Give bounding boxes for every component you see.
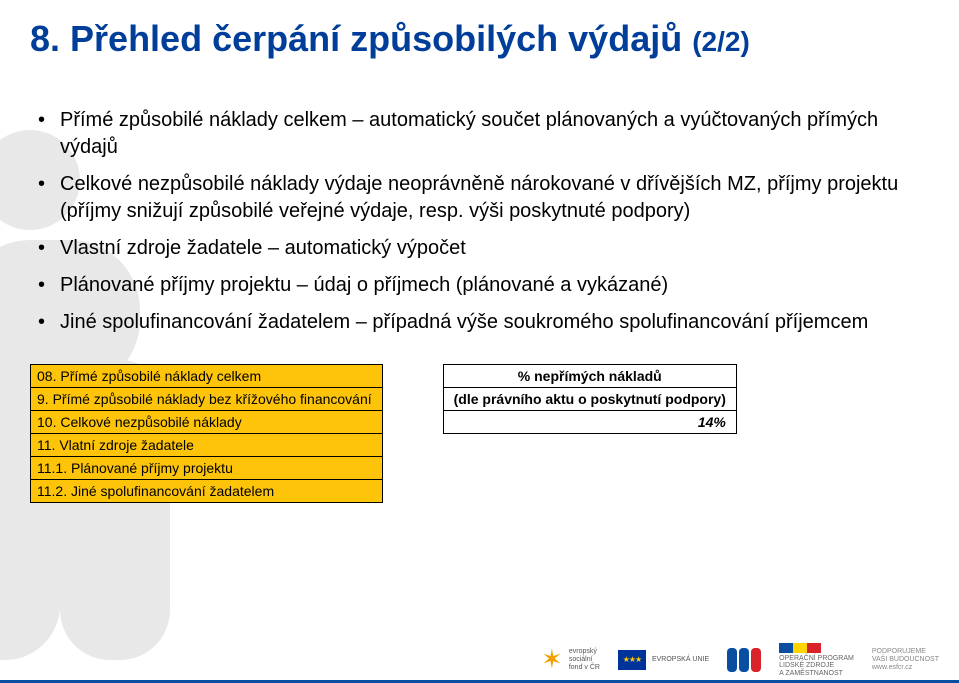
footer: ✶ evropský sociální fond v ČR ★★★ EVROPS… <box>0 619 959 683</box>
bullet-rest: – automatický výpočet <box>262 237 465 259</box>
eu-logo: ★★★ EVROPSKÁ UNIE <box>618 650 709 670</box>
title-suffix: (2/2) <box>692 26 750 57</box>
bullet-rest: – případná výše soukromého spolufinancov… <box>350 311 868 333</box>
indirect-value: 14% <box>443 411 736 434</box>
indirect-sub: (dle právního aktu o poskytnutí podpory) <box>443 388 736 411</box>
table-row: 10. Celkové nezpůsobilé náklady <box>31 411 383 434</box>
mpsv-icon <box>727 648 761 672</box>
categories-table: 08. Přímé způsobilé náklady celkem 9. Př… <box>30 364 383 503</box>
bullet-rest: – údaj o příjmech (plánované a vykázané) <box>291 274 668 296</box>
table-row: 08. Přímé způsobilé náklady celkem <box>31 365 383 388</box>
list-item: Vlastní zdroje žadatele – automatický vý… <box>38 235 929 262</box>
table-row: 11.1. Plánované příjmy projektu <box>31 457 383 480</box>
bullet-strong: Celkové nezpůsobilé náklady <box>60 173 319 195</box>
bullet-strong: Plánované příjmy projektu <box>60 274 291 296</box>
table-row: 11. Vlatní zdroje žadatele <box>31 434 383 457</box>
left-table-container: 08. Přímé způsobilé náklady celkem 9. Př… <box>30 364 383 503</box>
mpsv-logo <box>727 648 761 672</box>
bullet-list: Přímé způsobilé náklady celkem – automat… <box>38 107 929 336</box>
oplzz-flag-icon <box>779 643 854 653</box>
bullet-strong: Přímé způsobilé náklady celkem <box>60 109 347 131</box>
list-item: Celkové nezpůsobilé náklady výdaje neopr… <box>38 171 929 225</box>
list-item: Přímé způsobilé náklady celkem – automat… <box>38 107 929 161</box>
title-main: 8. Přehled čerpání způsobilých výdajů <box>30 18 692 59</box>
table-row: 9. Přímé způsobilé náklady bez křížového… <box>31 388 383 411</box>
indirect-head: % nepřímých nákladů <box>443 365 736 388</box>
bullet-strong: Vlastní zdroje žadatele <box>60 237 262 259</box>
page-title: 8. Přehled čerpání způsobilých výdajů (2… <box>30 18 929 59</box>
star-icon: ✶ <box>541 644 563 675</box>
indirect-costs-table: % nepřímých nákladů (dle právního aktu o… <box>443 364 737 434</box>
eu-flag-icon: ★★★ <box>618 650 646 670</box>
esf-logo: ✶ evropský sociální fond v ČR <box>541 644 600 675</box>
bullet-strong: Jiné spolufinancování žadatelem <box>60 311 350 333</box>
support-text: PODPORUJEME VAŠI BUDOUCNOST www.esfcr.cz <box>872 648 939 671</box>
list-item: Jiné spolufinancování žadatelem – případ… <box>38 309 929 336</box>
esf-text: evropský sociální fond v ČR <box>569 648 600 671</box>
list-item: Plánované příjmy projektu – údaj o příjm… <box>38 272 929 299</box>
table-row: 11.2. Jiné spolufinancování žadatelem <box>31 480 383 503</box>
footer-logos: ✶ evropský sociální fond v ČR ★★★ EVROPS… <box>541 643 939 677</box>
oplzz-logo: OPERAČNÍ PROGRAM LIDSKÉ ZDROJE A ZAMĚSTN… <box>779 643 854 677</box>
eu-text: EVROPSKÁ UNIE <box>652 656 709 664</box>
oplzz-text: OPERAČNÍ PROGRAM LIDSKÉ ZDROJE A ZAMĚSTN… <box>779 655 854 677</box>
